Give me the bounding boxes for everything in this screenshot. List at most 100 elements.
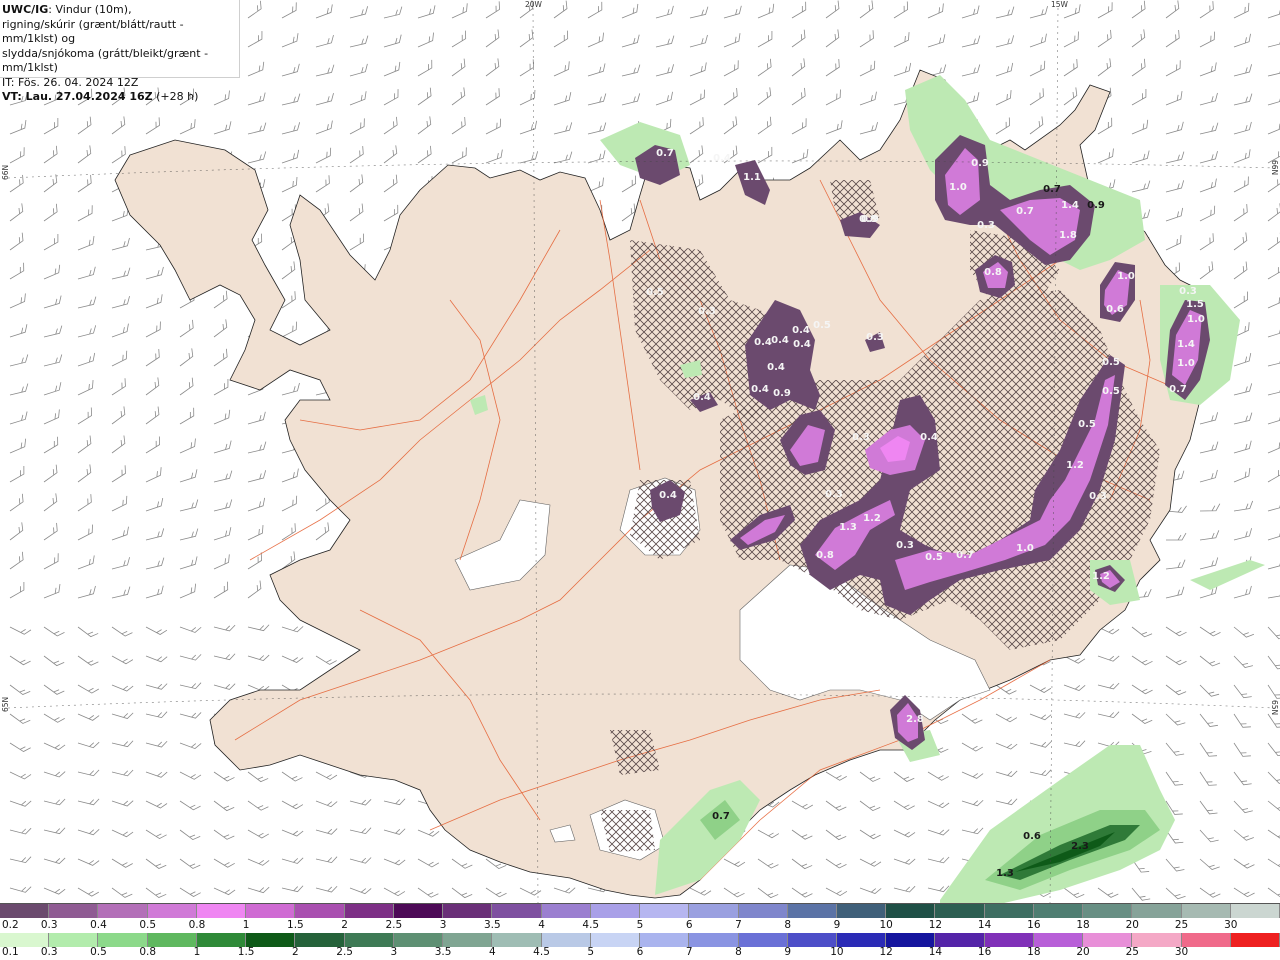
snow-legend-label: 1.5 — [287, 919, 304, 931]
rain-value-label: 0.7 — [1043, 184, 1061, 195]
snow-legend-label: 4 — [538, 919, 545, 931]
snow-value-label: 0.4 — [771, 335, 789, 346]
lat-label-66n-right: 66N — [1270, 160, 1279, 175]
legend-swatch — [393, 904, 444, 918]
snow-legend-label: 4.5 — [582, 919, 600, 931]
rain-legend-label: 14 — [928, 946, 943, 958]
legend-swatch — [1083, 904, 1133, 918]
snow-value-label: 0.5 — [813, 320, 831, 331]
snow-legend-label: 3 — [439, 919, 447, 931]
legend-swatch — [0, 933, 50, 947]
snow-value-label: 0.9 — [861, 214, 879, 225]
snow-value-label: 1.0 — [1016, 543, 1034, 554]
rain-legend-label: 1.5 — [237, 946, 255, 958]
rain-legend-label: 0.5 — [90, 946, 107, 958]
snow-legend-label: 16 — [1027, 919, 1041, 931]
snow-value-label: 0.4 — [792, 325, 810, 336]
snow-value-label: 0.4 — [751, 384, 769, 395]
legend-swatch — [689, 933, 739, 947]
snow-legend-label: 1 — [242, 919, 250, 931]
snow-legend-label: 20 — [1125, 919, 1139, 931]
legend-swatch — [147, 933, 197, 947]
legend-swatch — [836, 933, 887, 947]
rain-legend-label: 4 — [488, 946, 496, 958]
rain-legend-label: 1 — [193, 946, 201, 958]
legend-swatch — [492, 933, 542, 947]
snow-value-label: 0.5 — [925, 552, 943, 563]
snow-value-label: 0.3 — [825, 489, 843, 500]
map-title: : Vindur (10m), — [48, 3, 132, 16]
snow-value-label: 1.4 — [1177, 339, 1195, 350]
rain-value-label: 1.3 — [996, 868, 1014, 879]
snow-value-label: 1.0 — [1177, 358, 1195, 369]
legend-swatch — [1033, 933, 1084, 947]
snow-value-label: 0.5 — [1078, 419, 1096, 430]
snow-legend-label: 2.5 — [385, 919, 403, 931]
rain-legend-bar — [0, 933, 1280, 947]
rain-legend-label: 3.5 — [434, 946, 452, 958]
legend-swatch — [640, 933, 690, 947]
legend-swatch — [443, 904, 493, 918]
snow-value-label: 1.4 — [1061, 200, 1079, 211]
legend-swatch — [246, 933, 296, 947]
rain-legend-label: 0.1 — [2, 946, 19, 958]
lat-label-66n-left: 66N — [1, 165, 10, 180]
legend-swatch — [1083, 933, 1133, 947]
rain-legend-label: 18 — [1027, 946, 1041, 958]
legend-swatch — [344, 904, 394, 918]
legend-swatch — [492, 904, 542, 918]
snow-value-label: 0.5 — [646, 287, 664, 298]
snow-value-label: 0.4 — [793, 339, 811, 350]
weather-map: 20W 15W 66N 65N 66N 65N 0.7 0.4 1.1 0.5 0.3 0… — [0, 0, 1280, 904]
snow-value-label: 0.4 — [693, 392, 711, 403]
rain-legend-label: 6 — [636, 946, 644, 958]
legend-swatch — [1033, 904, 1084, 918]
legend-swatch — [541, 904, 591, 918]
legend-swatch — [196, 933, 247, 947]
snow-value-label: 1.2 — [1092, 571, 1110, 582]
legend-swatch — [295, 933, 345, 947]
legend-swatch — [1230, 933, 1280, 947]
rain-value-label: 0.6 — [1023, 831, 1041, 842]
legend-swatch — [541, 933, 591, 947]
legend-swatch — [344, 933, 394, 947]
snow-value-label: 0.3 — [1089, 491, 1107, 502]
rain-legend-label: 5 — [587, 946, 595, 958]
snow-value-label: 0.8 — [816, 550, 834, 561]
legend-swatch — [935, 933, 985, 947]
rain-legend-label: 2.5 — [336, 946, 353, 958]
rain-legend-label: 7 — [685, 946, 693, 958]
snow-legend-label: 9 — [833, 919, 841, 931]
lon-label-20w: 20W — [525, 0, 543, 9]
snow-value-label: 1.0 — [1187, 314, 1205, 325]
snow-value-label: 1.5 — [1186, 299, 1204, 310]
legend-swatch — [295, 904, 345, 918]
rain-legend-label: 8 — [735, 946, 742, 958]
snow-legend-label: 0.4 — [90, 919, 107, 931]
snow-value-label: 0.7 — [656, 148, 674, 159]
snow-value-label: 0.6 — [1106, 304, 1124, 315]
rain-value-label: 0.9 — [1087, 200, 1105, 211]
legend-swatch — [1181, 933, 1231, 947]
snow-value-label: 0.9 — [773, 388, 791, 399]
map-title-line2: rigning/skúrir (grænt/blátt/rautt - mm/1… — [2, 17, 184, 46]
snow-legend-label: 10 — [879, 919, 893, 931]
legend-swatch — [49, 904, 99, 918]
snow-value-label: 0.4 — [767, 362, 785, 373]
legend-swatch — [984, 904, 1034, 918]
snow-legend-label: 30 — [1224, 919, 1238, 931]
legend-swatch — [984, 933, 1034, 947]
rain-legend-label: 16 — [977, 946, 992, 958]
rain-legend-label: 12 — [879, 946, 893, 958]
rain-legend-label: 25 — [1125, 946, 1139, 958]
snow-value-label: 2.8 — [906, 714, 924, 725]
snow-value-label: 1.0 — [949, 182, 967, 193]
snow-legend-label: 5 — [636, 919, 644, 931]
legend-swatch — [590, 904, 641, 918]
rain-legend-label: 10 — [830, 946, 844, 958]
snow-value-label: 0.5 — [1102, 357, 1120, 368]
snow-value-label: 1.2 — [1066, 460, 1084, 471]
rain-legend-label: 2 — [292, 946, 299, 958]
snow-value-label: 1.2 — [863, 513, 881, 524]
snow-value-label: 0.4 — [920, 432, 938, 443]
